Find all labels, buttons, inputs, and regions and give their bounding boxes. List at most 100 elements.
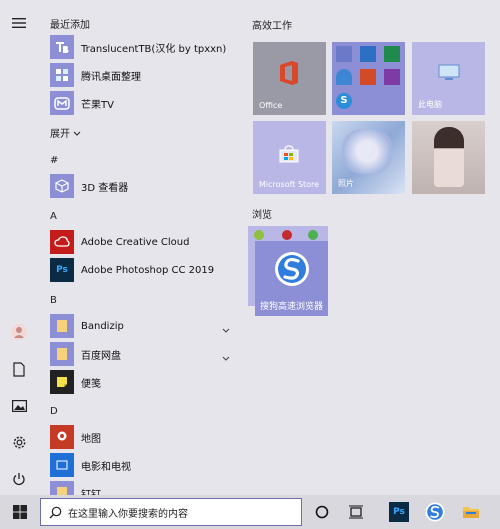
cortana-circle-icon xyxy=(315,505,329,519)
chevron-down-icon[interactable] xyxy=(222,347,230,366)
chevron-down-icon[interactable] xyxy=(222,319,230,338)
photoshop-icon: Ps xyxy=(50,258,74,282)
list-item[interactable]: TranslucentTB(汉化 by tpxxn) xyxy=(50,35,236,59)
app-label: 3D 查看器 xyxy=(81,182,129,194)
chevron-down-icon[interactable] xyxy=(222,486,230,495)
app-mini-icon xyxy=(254,230,264,240)
skype-icon: S xyxy=(336,93,352,109)
tile-label: Microsoft Store xyxy=(259,180,320,189)
sticky-notes-icon xyxy=(50,370,74,394)
photo-tile[interactable] xyxy=(412,121,485,194)
anime-artwork-image xyxy=(342,129,392,174)
app-label: 地图 xyxy=(81,433,101,445)
list-item[interactable]: 百度网盘 xyxy=(50,342,236,366)
cortana-button[interactable] xyxy=(308,495,336,529)
recent-section-title: 最近添加 xyxy=(50,20,90,31)
taskbar-photoshop[interactable]: Ps xyxy=(384,495,414,529)
windows-start-button[interactable] xyxy=(5,495,35,529)
app-list: 最近添加 TranslucentTB(汉化 by tpxxn) 腾讯桌面整理 芒… xyxy=(38,0,238,495)
3d-viewer-icon xyxy=(50,174,74,198)
this-pc-tile[interactable]: 此电脑 xyxy=(412,42,485,115)
office-apps-folder-tile[interactable]: S xyxy=(332,42,405,115)
app-label: 电影和电视 xyxy=(81,461,131,473)
power-icon[interactable] xyxy=(8,468,30,490)
word-icon xyxy=(360,46,376,62)
tile-label: Office xyxy=(259,101,283,110)
start-menu: 最近添加 TranslucentTB(汉化 by tpxxn) 腾讯桌面整理 芒… xyxy=(0,0,500,495)
onenote-icon xyxy=(384,69,400,85)
list-item[interactable]: 腾讯桌面整理 xyxy=(50,63,236,87)
sogou-browser-tile[interactable]: 搜狗高速浏览器 xyxy=(255,241,328,316)
group-title-productivity[interactable]: 高效工作 xyxy=(252,17,292,32)
letter-header-b[interactable]: B xyxy=(50,295,57,306)
app-label: 腾讯桌面整理 xyxy=(81,71,141,83)
tiles-area: 高效工作 Office S 此电脑 Microsoft Store 照片 浏览 … xyxy=(238,0,500,495)
list-item[interactable]: Bandizip xyxy=(50,314,236,338)
list-item[interactable]: 3D 查看器 xyxy=(50,174,236,198)
list-item[interactable]: 钉钉 xyxy=(50,481,236,495)
maps-icon xyxy=(50,425,74,449)
list-item[interactable]: 便笺 xyxy=(50,370,236,394)
taskbar-file-explorer[interactable] xyxy=(456,495,486,529)
translucenttb-icon xyxy=(50,35,74,59)
app-label: 便笺 xyxy=(81,378,101,390)
tile-label: 此电脑 xyxy=(418,100,442,109)
photoshop-icon: Ps xyxy=(389,502,409,522)
start-rail xyxy=(0,0,38,495)
list-item[interactable]: 芒果TV xyxy=(50,91,236,115)
windows-logo-icon xyxy=(13,505,27,519)
list-item[interactable]: 电影和电视 xyxy=(50,453,236,477)
taskbar-search-box[interactable]: 在这里输入你要搜索的内容 xyxy=(40,498,302,526)
letter-header-d[interactable]: D xyxy=(50,406,58,417)
task-view-button[interactable] xyxy=(342,495,370,529)
sogou-icon xyxy=(425,502,445,522)
app-label: 百度网盘 xyxy=(81,350,121,362)
chevron-down-icon xyxy=(73,129,81,140)
taskbar: 在这里输入你要搜索的内容 Ps xyxy=(0,495,500,529)
photos-tile[interactable]: 照片 xyxy=(332,121,405,194)
office-tile[interactable]: Office xyxy=(253,42,326,115)
app-label: Bandizip xyxy=(81,320,124,332)
expand-label: 展开 xyxy=(50,129,70,140)
app-label: Adobe Creative Cloud xyxy=(81,236,190,248)
user-avatar-icon[interactable] xyxy=(8,321,30,343)
onedrive-icon xyxy=(336,69,352,85)
powerpoint-icon xyxy=(360,69,376,85)
letter-header-hash[interactable]: # xyxy=(50,155,58,166)
outlook-icon xyxy=(336,46,352,62)
app-label: TranslucentTB(汉化 by tpxxn) xyxy=(81,43,227,55)
folder-icon xyxy=(50,314,74,338)
expand-link[interactable]: 展开 xyxy=(50,125,81,140)
movies-tv-icon xyxy=(50,453,74,477)
mangotv-icon xyxy=(50,91,74,115)
app-label: 芒果TV xyxy=(81,99,114,111)
search-icon xyxy=(49,506,62,519)
list-item[interactable]: Adobe Creative Cloud xyxy=(50,230,236,254)
monitor-icon xyxy=(438,64,460,86)
documents-icon[interactable] xyxy=(8,358,30,380)
app-label: 钉钉 xyxy=(81,489,101,496)
list-item[interactable]: 地图 xyxy=(50,425,236,449)
tile-label: 搜狗高速浏览器 xyxy=(260,302,324,312)
letter-header-a[interactable]: A xyxy=(50,211,57,222)
store-bag-icon xyxy=(279,145,299,167)
app-mini-icon xyxy=(308,230,318,240)
settings-gear-icon[interactable] xyxy=(8,431,30,453)
group-title-browse[interactable]: 浏览 xyxy=(252,206,272,221)
tile-label: 照片 xyxy=(338,179,354,188)
task-view-icon xyxy=(349,505,363,519)
taskbar-sogou-browser[interactable] xyxy=(420,495,450,529)
pictures-icon[interactable] xyxy=(8,395,30,417)
folder-icon xyxy=(463,507,479,518)
tencent-desktop-icon xyxy=(50,63,74,87)
folder-icon xyxy=(50,481,74,495)
office-icon xyxy=(277,60,301,90)
app-label: Adobe Photoshop CC 2019 xyxy=(81,264,215,276)
hamburger-menu-icon[interactable] xyxy=(8,12,30,34)
list-item[interactable]: Ps Adobe Photoshop CC 2019 xyxy=(50,258,236,282)
excel-icon xyxy=(384,46,400,62)
folder-icon xyxy=(50,342,74,366)
search-placeholder: 在这里输入你要搜索的内容 xyxy=(68,508,188,520)
microsoft-store-tile[interactable]: Microsoft Store xyxy=(253,121,326,194)
portrait-image xyxy=(434,127,464,187)
